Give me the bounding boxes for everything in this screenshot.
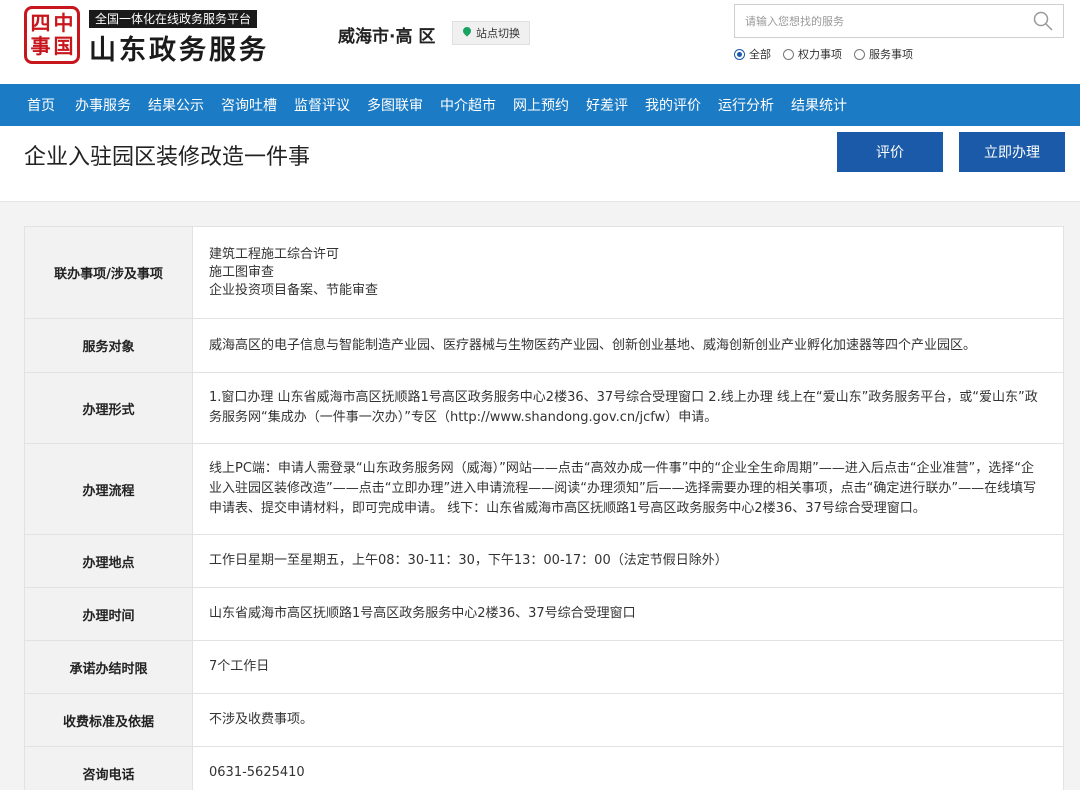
nav-results[interactable]: 结果公示: [145, 95, 207, 115]
location-pin-icon: [462, 27, 472, 39]
page-title: 企业入驻园区装修改造一件事: [24, 145, 311, 170]
site-brand-title[interactable]: 山东政务服务: [89, 28, 269, 67]
row-value: 7个工作日: [192, 640, 1064, 694]
row-label: 承诺办结时限: [24, 640, 193, 694]
row-value: 不涉及收费事项。: [192, 693, 1064, 747]
filter-power-items[interactable]: 权力事项: [783, 46, 842, 62]
row-label: 服务对象: [24, 318, 193, 373]
nav-services[interactable]: 办事服务: [72, 95, 134, 115]
related-item: 施工图审查: [209, 264, 275, 280]
row-value: 建筑工程施工综合许可 施工图审查 企业投资项目备案、节能审查: [192, 226, 1064, 319]
row-label: 办理时间: [24, 587, 193, 641]
row-label: 办理流程: [24, 443, 193, 535]
search-input[interactable]: [735, 5, 1025, 37]
table-row: 办理形式 1.窗口办理 山东省威海市高区抚顺路1号高区政务服务中心2楼36、37…: [24, 372, 1064, 444]
current-city: 威海市·高 区: [338, 27, 436, 47]
row-value: 工作日星期一至星期五，上午08：30-11：30，下午13：00-17：00（法…: [192, 534, 1064, 588]
nav-home[interactable]: 首页: [24, 95, 58, 115]
table-row: 承诺办结时限 7个工作日: [24, 640, 1064, 694]
site-header: 四 中 事 国 全国一体化在线政务服务平台 山东政务服务 威海市·高 区 站点切…: [0, 0, 1080, 84]
apply-now-button[interactable]: 立即办理: [959, 132, 1065, 172]
page-title-bar: 企业入驻园区装修改造一件事 评价 立即办理: [0, 126, 1080, 202]
nav-supervision[interactable]: 监督评议: [291, 95, 353, 115]
table-row: 办理流程 线上PC端：申请人需登录“山东政务服务网（威海）”网站——点击“高效办…: [24, 443, 1064, 535]
service-info-table: 联办事项/涉及事项 建筑工程施工综合许可 施工图审查 企业投资项目备案、节能审查…: [24, 226, 1064, 790]
search-icon[interactable]: [1033, 11, 1053, 31]
radio-icon[interactable]: [783, 48, 794, 60]
related-item: 企业投资项目备案、节能审查: [209, 282, 379, 298]
nav-consult[interactable]: 咨询吐槽: [218, 95, 280, 115]
nav-statistics[interactable]: 结果统计: [788, 95, 850, 115]
seal-logo-icon[interactable]: 四 中 事 国: [24, 6, 80, 64]
filter-service-items[interactable]: 服务事项: [854, 46, 913, 62]
related-item: 建筑工程施工综合许可: [209, 246, 340, 262]
rate-button[interactable]: 评价: [837, 132, 943, 172]
table-row: 联办事项/涉及事项 建筑工程施工综合许可 施工图审查 企业投资项目备案、节能审查: [24, 226, 1064, 319]
row-label: 办理地点: [24, 534, 193, 588]
nav-appointment[interactable]: 网上预约: [510, 95, 572, 115]
row-label: 收费标准及依据: [24, 693, 193, 747]
site-switch-label: 站点切换: [476, 27, 520, 40]
row-label: 办理形式: [24, 372, 193, 444]
platform-tagline: 全国一体化在线政务服务平台: [89, 10, 258, 28]
table-row: 收费标准及依据 不涉及收费事项。: [24, 693, 1064, 747]
row-value: 威海高区的电子信息与智能制造产业园、医疗器械与生物医药产业园、创新创业基地、威海…: [192, 318, 1064, 373]
nav-my-ratings[interactable]: 我的评价: [642, 95, 704, 115]
filter-all[interactable]: 全部: [734, 46, 771, 62]
nav-ratings[interactable]: 好差评: [583, 95, 631, 115]
table-row: 办理时间 山东省威海市高区抚顺路1号高区政务服务中心2楼36、37号综合受理窗口: [24, 587, 1064, 641]
table-row: 咨询电话 0631-5625410: [24, 746, 1064, 790]
row-value: 山东省威海市高区抚顺路1号高区政务服务中心2楼36、37号综合受理窗口: [192, 587, 1064, 641]
row-label: 咨询电话: [24, 746, 193, 790]
table-row: 服务对象 威海高区的电子信息与智能制造产业园、医疗器械与生物医药产业园、创新创业…: [24, 318, 1064, 373]
search-scope-filter: 全部 权力事项 服务事项: [734, 46, 913, 62]
table-row: 办理地点 工作日星期一至星期五，上午08：30-11：30，下午13：00-17…: [24, 534, 1064, 588]
nav-analytics[interactable]: 运行分析: [715, 95, 777, 115]
row-value: 1.窗口办理 山东省威海市高区抚顺路1号高区政务服务中心2楼36、37号综合受理…: [192, 372, 1064, 444]
row-label: 联办事项/涉及事项: [24, 226, 193, 319]
radio-icon[interactable]: [854, 48, 865, 60]
row-value: 线上PC端：申请人需登录“山东政务服务网（威海）”网站——点击“高效办成一件事”…: [192, 443, 1064, 535]
main-nav: 首页 办事服务 结果公示 咨询吐槽 监督评议 多图联审 中介超市 网上预约 好差…: [0, 84, 1080, 126]
site-switch-button[interactable]: 站点切换: [452, 21, 530, 45]
nav-multi-review[interactable]: 多图联审: [364, 95, 426, 115]
radio-selected-icon[interactable]: [734, 48, 745, 60]
row-value: 0631-5625410: [192, 746, 1064, 790]
nav-agency-market[interactable]: 中介超市: [437, 95, 499, 115]
search-box: [734, 4, 1064, 38]
